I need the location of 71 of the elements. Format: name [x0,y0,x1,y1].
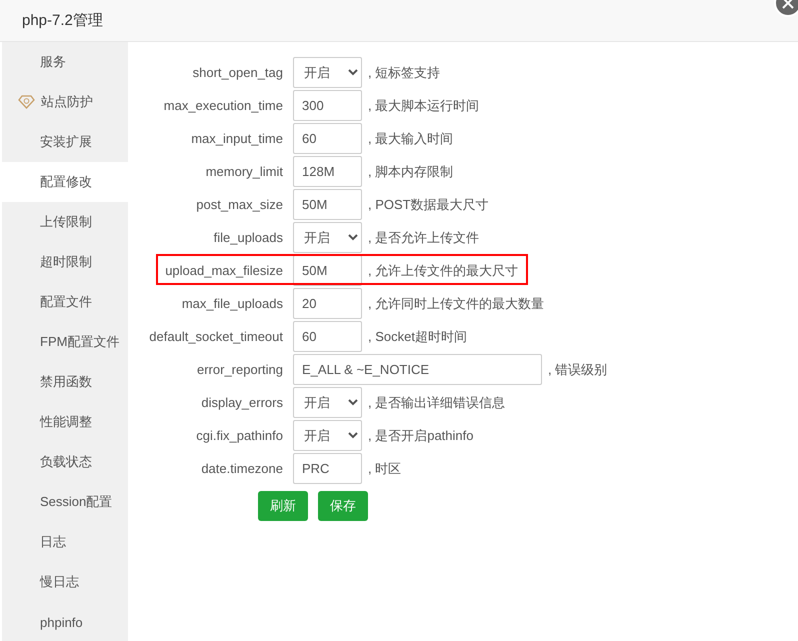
sidebar-item[interactable]: 安装扩展 [2,122,128,162]
setting-input[interactable]: E_ALL & ~E_NOTICE [293,354,542,385]
setting-note: , POST数据最大尺寸 [368,196,489,214]
sidebar-item[interactable]: 慢日志 [2,562,128,602]
setting-select[interactable]: 开启 [293,387,362,418]
setting-note: , 时区 [368,460,402,478]
setting-label: error_reporting [196,362,283,377]
setting-select[interactable]: 开启 [293,222,362,253]
sidebar-item[interactable]: 禁用函数 [2,362,128,402]
setting-label: post_max_size [195,197,283,212]
sidebar-item-label: 安装扩展 [40,133,92,151]
setting-label: date.timezone [200,461,283,476]
sidebar-item[interactable]: phpinfo [2,602,128,641]
sidebar-item[interactable]: 站点防护 [2,82,128,122]
setting-input[interactable]: 60 [293,321,362,352]
setting-label: file_uploads [212,230,283,245]
setting-label: default_socket_timeout [148,329,283,344]
setting-note: , 最大输入时间 [368,130,454,148]
sidebar-item-label: 配置修改 [40,173,92,191]
sidebar-item[interactable]: 配置文件 [2,282,128,322]
setting-label: memory_limit [204,164,283,179]
sidebar-item-label: Session配置 [40,493,112,511]
setting-input[interactable]: 300 [293,90,362,121]
setting-input[interactable]: 20 [293,288,362,319]
sidebar-item[interactable]: Session配置 [2,482,128,522]
setting-select[interactable]: 开启 [293,420,362,451]
setting-select[interactable]: 开启 [293,57,362,88]
setting-label: upload_max_filesize [164,263,283,278]
sidebar-item[interactable]: 配置修改 [2,162,128,202]
sidebar-item[interactable]: 服务 [2,42,128,82]
setting-note: , 短标签支持 [368,64,440,82]
sidebar-item[interactable]: 上传限制 [2,202,128,242]
setting-label: display_errors [200,395,283,410]
sidebar-item[interactable]: 性能调整 [2,402,128,442]
sidebar-item-label: 超时限制 [40,253,92,271]
sidebar-item-label: phpinfo [40,614,83,630]
sidebar-item-label: 日志 [40,533,66,551]
setting-note: , 是否允许上传文件 [368,228,480,246]
setting-input[interactable]: 50M [293,189,362,220]
setting-note: , 最大脚本运行时间 [368,96,480,114]
sidebar-item[interactable]: 负载状态 [2,442,128,482]
setting-note: , 允许上传文件的最大尺寸 [368,262,518,280]
setting-note: , 错误级别 [548,360,608,378]
sidebar-item[interactable]: 日志 [2,522,128,562]
setting-label: max_file_uploads [180,296,283,311]
setting-label: cgi.fix_pathinfo [195,428,283,443]
setting-label: short_open_tag [192,65,283,80]
setting-input[interactable]: 60 [293,123,362,154]
setting-note: , 是否输出详细错误信息 [368,394,506,412]
diamond-icon [18,95,35,109]
sidebar-item[interactable]: 超时限制 [2,242,128,282]
setting-input[interactable]: 50M [293,255,362,286]
sidebar-item-label: 慢日志 [40,573,79,591]
setting-note: , Socket超时时间 [368,328,467,346]
setting-label: max_input_time [190,131,283,146]
setting-input[interactable]: 128M [293,156,362,187]
sidebar-item-label: 站点防护 [41,93,93,111]
sidebar-item-label: FPM配置文件 [40,333,120,351]
sidebar-item-label: 上传限制 [40,213,92,231]
window-title: php-7.2管理 [22,11,103,30]
setting-note: , 允许同时上传文件的最大数量 [368,294,544,312]
sidebar-item-label: 禁用函数 [40,373,92,391]
sidebar-item-label: 性能调整 [40,413,92,431]
setting-input[interactable]: PRC [293,453,362,484]
setting-label: max_execution_time [162,98,283,113]
sidebar-item-label: 负载状态 [40,453,92,471]
sidebar-item-label: 配置文件 [40,293,92,311]
setting-note: , 是否开启pathinfo [368,426,474,444]
setting-note: , 脚本内存限制 [368,162,454,180]
sidebar-item[interactable]: FPM配置文件 [2,322,128,362]
sidebar-item-label: 服务 [40,53,66,71]
